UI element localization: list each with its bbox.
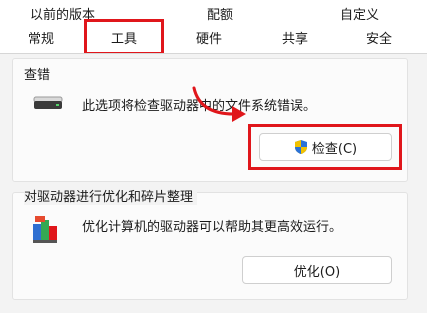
- tab-security[interactable]: 安全: [366, 28, 392, 47]
- tab-quota[interactable]: 配额: [207, 4, 233, 23]
- tab-customize[interactable]: 自定义: [340, 4, 379, 23]
- tab-general[interactable]: 常规: [28, 28, 54, 47]
- optimize-title: 对驱动器进行优化和碎片整理: [24, 186, 198, 205]
- defrag-icon: [31, 214, 61, 248]
- arrow-icon: [190, 84, 250, 128]
- error-check-title: 查错: [24, 68, 51, 83]
- check-button[interactable]: 检查(C): [259, 133, 392, 161]
- tab-bar: 以前的版本 配额 自定义 常规 工具 硬件 共享 安全: [0, 0, 427, 55]
- optimize-button-label: 优化(O): [293, 264, 341, 280]
- optimize-description: 优化计算机的驱动器可以帮助其更高效运行。: [82, 220, 343, 235]
- optimize-button[interactable]: 优化(O): [242, 256, 392, 284]
- tab-hardware[interactable]: 硬件: [196, 28, 222, 47]
- shield-icon: [294, 139, 308, 155]
- check-button-label: 检查(C): [311, 141, 358, 157]
- tab-sharing[interactable]: 共享: [282, 28, 308, 47]
- tab-tools[interactable]: 工具: [111, 28, 137, 47]
- drive-icon: [33, 96, 63, 114]
